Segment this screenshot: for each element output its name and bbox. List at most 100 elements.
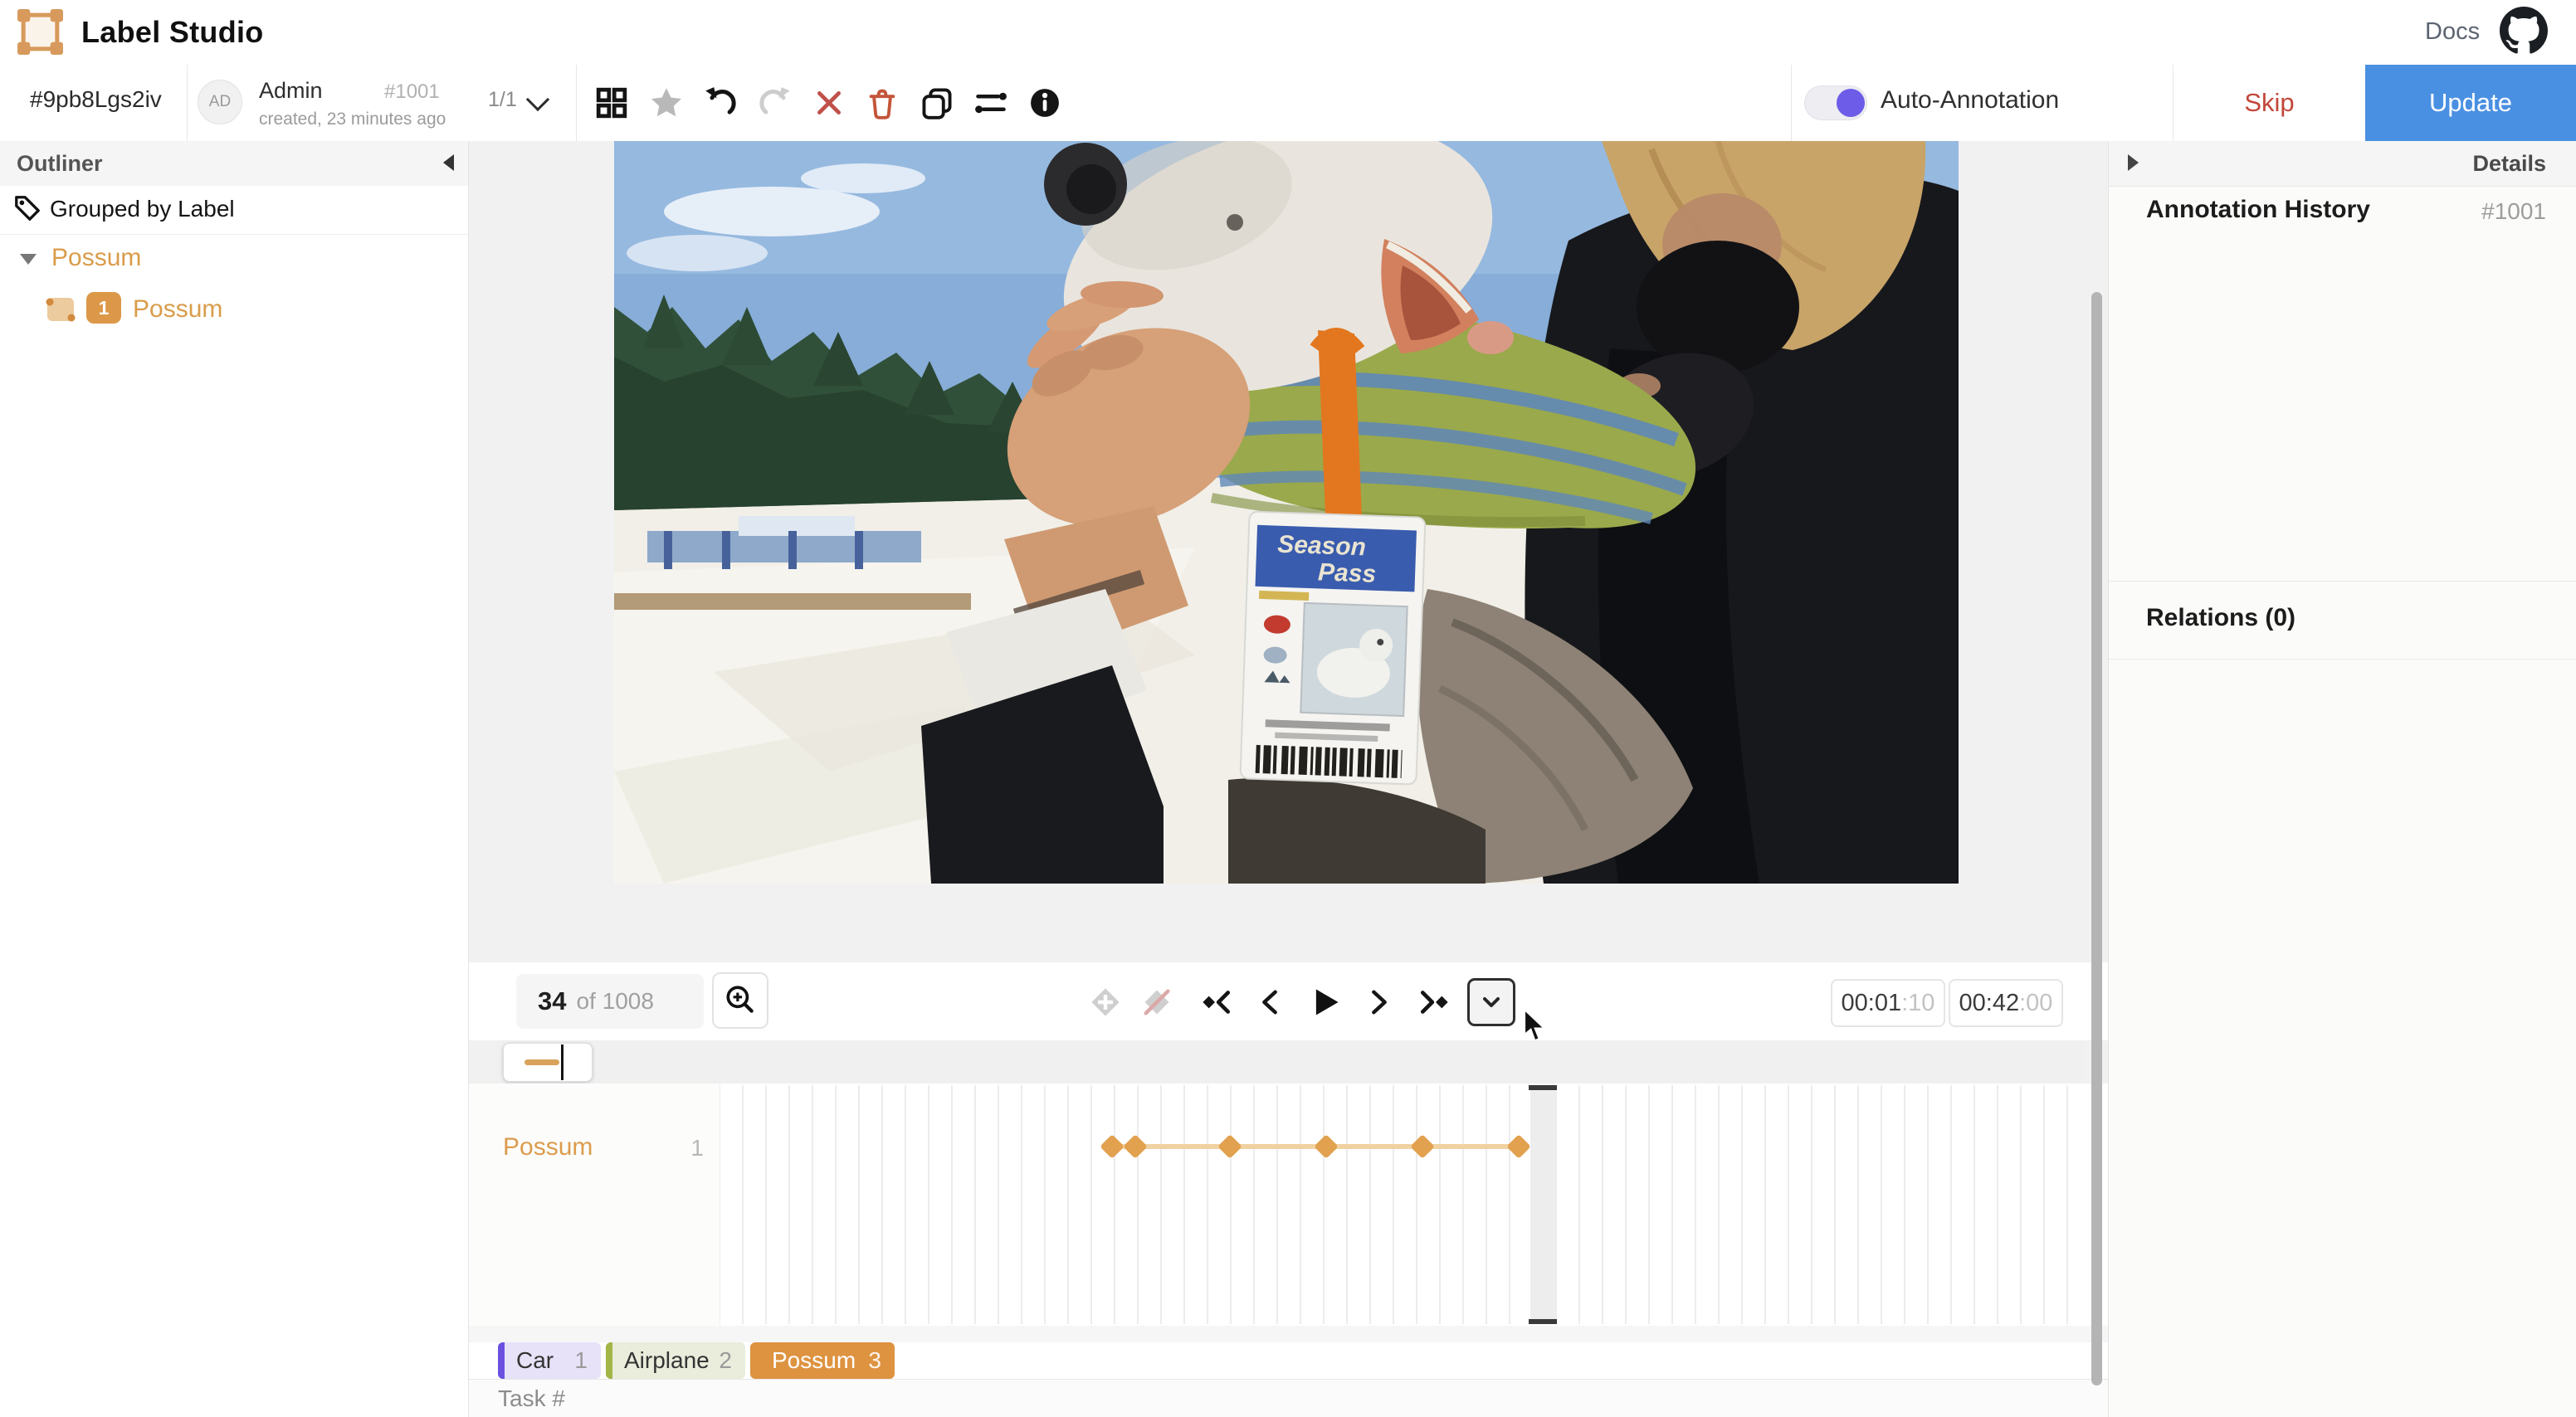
chevron-down-box-icon xyxy=(1476,987,1506,1017)
grid-view-button[interactable] xyxy=(595,86,628,119)
tree-region-possum[interactable]: Possum xyxy=(133,295,222,324)
delete-button[interactable] xyxy=(866,86,899,119)
info-button[interactable] xyxy=(1028,86,1061,119)
label-text: Car xyxy=(516,1347,554,1374)
toolbar-divider xyxy=(187,65,188,141)
annotation-created: created, 23 minutes ago xyxy=(259,110,446,129)
timeline-grid[interactable] xyxy=(720,1085,2073,1324)
relations-title: Relations (0) xyxy=(2146,604,2295,632)
undo-icon xyxy=(704,86,737,119)
avatar[interactable]: AD xyxy=(198,80,242,124)
task-number-label: Task # xyxy=(498,1385,565,1412)
label-chip-airplane[interactable]: Airplane 2 xyxy=(606,1342,745,1379)
vertical-scrollbar[interactable] xyxy=(2091,292,2102,1385)
region-index-badge: 1 xyxy=(86,292,121,324)
swap-arrows-icon xyxy=(974,86,1007,119)
label-studio-app: Label Studio Docs #9pb8Lgs2iv AD Admin #… xyxy=(0,0,2576,1417)
update-button[interactable]: Update xyxy=(2365,65,2576,141)
timeline-options-button[interactable] xyxy=(1467,978,1515,1026)
tree-collapse-caret-icon[interactable] xyxy=(20,254,37,265)
time-current-main: 00:01 xyxy=(1842,990,1902,1017)
redo-icon xyxy=(759,86,792,119)
close-x-icon xyxy=(813,87,845,119)
label-stripe xyxy=(498,1342,505,1379)
track-count: 1 xyxy=(662,1135,704,1161)
details-title: Details xyxy=(2398,151,2546,177)
magnifier-plus-icon xyxy=(723,983,758,1018)
star-icon xyxy=(650,86,683,119)
github-icon[interactable] xyxy=(2500,7,2548,55)
annotator-name: Admin xyxy=(259,78,323,104)
label-hotkey: 2 xyxy=(719,1347,745,1374)
timeline-footer xyxy=(469,1326,2108,1342)
seeker-keyframe-range xyxy=(524,1059,559,1065)
seeker-playhead[interactable] xyxy=(561,1044,564,1080)
annotation-history-id: #1001 xyxy=(2432,198,2546,225)
label-text: Possum xyxy=(772,1347,856,1374)
chevron-right-icon xyxy=(1363,986,1396,1019)
undo-button[interactable] xyxy=(704,86,737,119)
timeline-seeker[interactable] xyxy=(496,1040,2083,1083)
annotation-history-title: Annotation History xyxy=(2146,196,2370,224)
video-frame[interactable]: Season Pass xyxy=(614,141,1959,884)
possum-nose xyxy=(1467,321,1514,354)
timeline-label-column xyxy=(469,1083,720,1326)
divider xyxy=(2109,581,2576,582)
time-total-frames: :00 xyxy=(2019,990,2052,1017)
track-label[interactable]: Possum xyxy=(503,1133,593,1161)
zoom-button[interactable] xyxy=(712,972,768,1029)
add-keyframe-button[interactable] xyxy=(1081,977,1130,1027)
docs-link[interactable]: Docs xyxy=(2425,18,2480,46)
skip-button[interactable]: Skip xyxy=(2174,65,2365,141)
settings-flow-button[interactable] xyxy=(974,86,1007,119)
info-icon xyxy=(1029,87,1061,119)
time-current[interactable]: 00:01:10 xyxy=(1831,979,1945,1027)
frame-counter[interactable]: 34 of 1008 xyxy=(516,974,704,1029)
next-keyframe-icon xyxy=(1417,986,1455,1018)
copy-icon xyxy=(920,86,954,119)
app-title: Label Studio xyxy=(81,15,264,50)
trash-icon xyxy=(866,86,899,119)
outliner-title: Outliner xyxy=(17,151,103,177)
label-chip-car[interactable]: Car 1 xyxy=(498,1342,601,1379)
label-hotkey: 3 xyxy=(868,1347,895,1374)
keyframe-add-icon xyxy=(1089,986,1122,1019)
time-total[interactable]: 00:42:00 xyxy=(1949,979,2063,1027)
expand-panel-icon[interactable] xyxy=(2128,154,2139,171)
task-row xyxy=(469,1380,2108,1417)
timeline-playhead[interactable] xyxy=(1530,1085,1555,1324)
tag-icon xyxy=(13,194,41,222)
prev-frame-button[interactable] xyxy=(1245,977,1295,1027)
outliner-panel xyxy=(0,141,469,1417)
reject-button[interactable] xyxy=(812,86,846,119)
region-rect-icon xyxy=(45,295,76,324)
label-chip-possum[interactable]: Possum 3 xyxy=(750,1342,895,1379)
interpolation-toggle-button[interactable] xyxy=(1132,977,1182,1027)
tree-group-possum[interactable]: Possum xyxy=(51,244,141,272)
svg-text:Season: Season xyxy=(1277,531,1367,562)
star-button[interactable] xyxy=(650,86,683,119)
prev-keyframe-icon xyxy=(1196,986,1234,1018)
season-pass-badge: Season Pass xyxy=(1240,511,1425,784)
label-studio-logo-icon[interactable] xyxy=(17,8,64,56)
label-hotkey: 1 xyxy=(574,1347,601,1374)
details-panel xyxy=(2108,141,2576,1417)
frame-total: of 1008 xyxy=(576,988,653,1015)
redo-button[interactable] xyxy=(759,86,792,119)
next-frame-button[interactable] xyxy=(1354,977,1404,1027)
play-icon xyxy=(1309,986,1342,1019)
time-total-main: 00:42 xyxy=(1959,990,2020,1017)
copy-button[interactable] xyxy=(920,86,954,119)
svg-text:Pass: Pass xyxy=(1318,558,1377,587)
play-button[interactable] xyxy=(1300,977,1350,1027)
keyframe-slash-icon xyxy=(1140,986,1173,1019)
next-keyframe-button[interactable] xyxy=(1411,977,1461,1027)
top-header: Label Studio Docs xyxy=(0,0,2576,66)
task-id-tab[interactable]: #9pb8Lgs2iv xyxy=(30,86,162,113)
divider xyxy=(2109,659,2576,660)
prev-keyframe-button[interactable] xyxy=(1190,977,1240,1027)
collapse-panel-icon[interactable] xyxy=(443,154,454,171)
label-text: Airplane xyxy=(624,1347,710,1374)
auto-annotation-toggle[interactable] xyxy=(1804,85,1867,120)
playhead-cap xyxy=(1529,1319,1557,1324)
